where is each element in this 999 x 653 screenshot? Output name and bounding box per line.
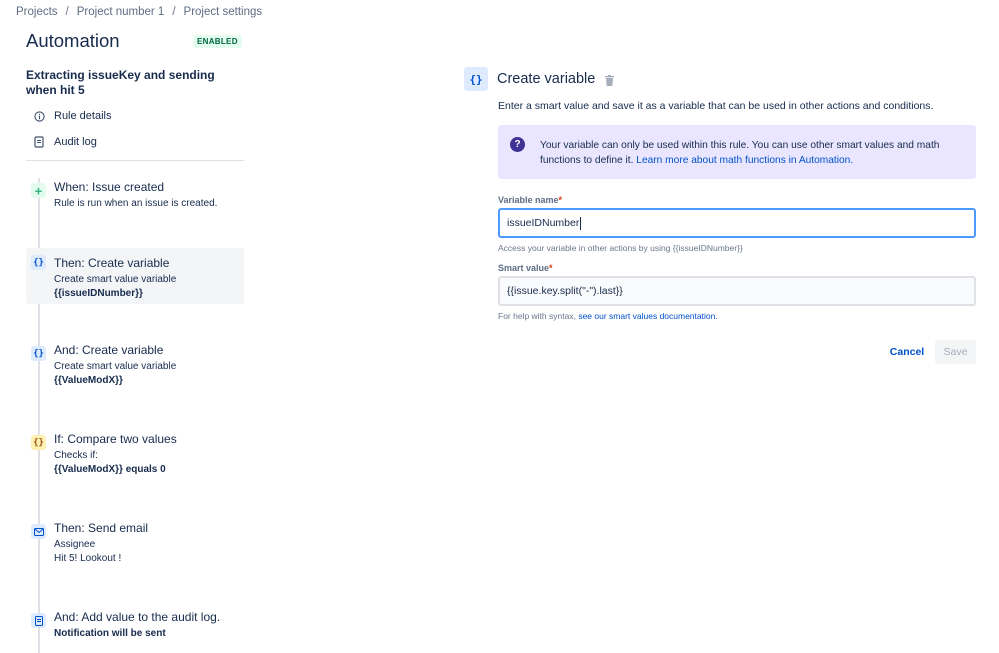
rule-step-condition[interactable]: {} If: Compare two values Checks if: {{V… xyxy=(26,428,244,481)
braces-icon: {} xyxy=(31,346,46,361)
divider xyxy=(26,160,244,161)
rule-step-trigger[interactable]: + When: Issue created Rule is run when a… xyxy=(26,176,244,215)
step-value: {{ValueModX}} equals 0 xyxy=(54,464,166,475)
text-caret xyxy=(580,216,582,230)
required-marker: * xyxy=(558,195,563,205)
breadcrumb-projects[interactable]: Projects xyxy=(16,6,58,18)
email-icon xyxy=(31,524,46,539)
info-text: Your variable can only be used within th… xyxy=(540,138,965,168)
step-title: And: Add value to the audit log. xyxy=(54,610,221,624)
smart-value-value: {{issue.key.split("-").last}} xyxy=(507,285,623,297)
step-description: Checks if: xyxy=(54,450,98,461)
step-value: Notification will be sent xyxy=(54,628,166,639)
cancel-button[interactable]: Cancel xyxy=(884,340,930,364)
rule-name: Extracting issueKey and sending when hit… xyxy=(26,68,215,97)
step-description: Rule is run when an issue is created. xyxy=(54,198,218,209)
math-functions-link[interactable]: Learn more about math functions in Autom… xyxy=(636,155,853,166)
status-badge: ENABLED xyxy=(193,35,242,48)
rule-details-link[interactable]: Rule details xyxy=(32,110,111,122)
required-marker: * xyxy=(549,263,553,273)
step-title: If: Compare two values xyxy=(54,432,177,446)
smart-value-help: For help with syntax, see our smart valu… xyxy=(498,311,718,321)
variable-name-value: issueIDNumber xyxy=(507,217,580,229)
info-message: ? Your variable can only be used within … xyxy=(498,125,976,179)
variable-name-input[interactable]: issueIDNumber xyxy=(498,208,976,238)
variable-name-help: Access your variable in other actions by… xyxy=(498,243,743,253)
trash-icon[interactable] xyxy=(605,73,614,91)
breadcrumb: Projects / Project number 1 / Project se… xyxy=(16,6,262,18)
step-title: And: Create variable xyxy=(54,343,164,357)
step-title: Then: Send email xyxy=(54,521,149,535)
braces-icon: {} xyxy=(31,255,46,270)
step-description: Create smart value variable xyxy=(54,274,177,285)
audit-log-label: Audit log xyxy=(54,136,97,148)
step-title: When: Issue created xyxy=(54,180,165,194)
step-value: {{issueIDNumber}} xyxy=(54,288,143,299)
rule-step-audit-log[interactable]: And: Add value to the audit log. Notific… xyxy=(26,606,244,645)
document-icon xyxy=(32,136,46,148)
smart-value-input[interactable]: {{issue.key.split("-").last}} xyxy=(498,276,976,306)
smart-value-help-text: For help with syntax, xyxy=(498,311,579,321)
step-description: Create smart value variable xyxy=(54,361,177,372)
braces-icon: {} xyxy=(31,435,46,450)
question-icon: ? xyxy=(510,137,525,152)
breadcrumb-separator: / xyxy=(172,6,176,18)
rule-step-create-variable-1[interactable]: {} Then: Create variable Create smart va… xyxy=(26,248,244,304)
breadcrumb-project-settings[interactable]: Project settings xyxy=(184,6,263,18)
step-title: Then: Create variable xyxy=(54,256,170,270)
rule-step-send-email[interactable]: Then: Send email Assignee Hit 5! Lookout… xyxy=(26,517,244,570)
variable-name-label-text: Variable name xyxy=(498,195,559,205)
step-value: {{ValueModX}} xyxy=(54,375,123,386)
step-description: Hit 5! Lookout ! xyxy=(54,553,122,564)
rule-step-create-variable-2[interactable]: {} And: Create variable Create smart val… xyxy=(26,339,244,392)
document-icon xyxy=(31,613,46,628)
panel-title: Create variable xyxy=(497,71,596,87)
breadcrumb-separator: / xyxy=(65,6,69,18)
panel-description: Enter a smart value and save it as a var… xyxy=(498,100,934,112)
smart-value-label-text: Smart value xyxy=(498,263,550,273)
step-description: Assignee xyxy=(54,539,96,550)
braces-icon: {} xyxy=(464,67,488,91)
plus-icon: + xyxy=(31,183,46,198)
page-title: Automation xyxy=(26,30,120,51)
audit-log-link[interactable]: Audit log xyxy=(32,136,97,148)
smart-value-label: Smart value* xyxy=(498,263,553,273)
save-button[interactable]: Save xyxy=(935,340,976,364)
smart-values-docs-link[interactable]: see our smart values documentation. xyxy=(578,311,717,321)
variable-name-label: Variable name* xyxy=(498,195,562,205)
breadcrumb-project[interactable]: Project number 1 xyxy=(77,6,165,18)
info-icon xyxy=(32,110,46,122)
rule-details-label: Rule details xyxy=(54,110,112,122)
